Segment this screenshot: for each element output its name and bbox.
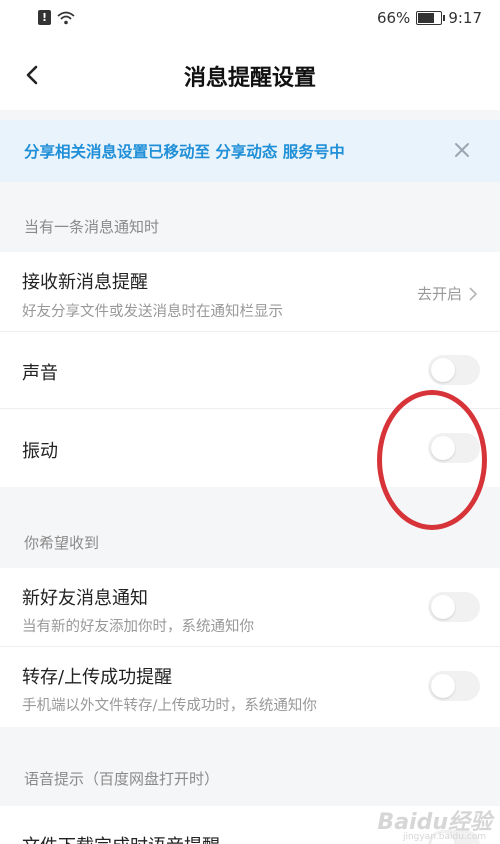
battery-icon <box>416 11 446 25</box>
go-enable-label: 去开启 <box>416 285 462 303</box>
close-button[interactable] <box>450 138 474 162</box>
nav-bar: 消息提醒设置 <box>0 40 500 110</box>
row-new-friend: 新好友消息通知 当有新的好友添加你时，系统通知你 <box>0 568 500 646</box>
go-enable-link[interactable]: 去开启 <box>417 283 478 304</box>
row-subtitle: 当有新的好友添加你时，系统通知你 <box>22 619 254 635</box>
clock: 9:17 <box>448 9 482 27</box>
watermark-url: jingyan.baidu.com <box>402 832 486 842</box>
notice-text[interactable]: 分享相关消息设置已移动至 分享动态 服务号中 <box>24 140 345 162</box>
wifi-icon <box>57 11 75 24</box>
row-title: 声音 <box>22 363 58 384</box>
chevron-right-icon <box>469 286 478 301</box>
row-title: 转存/上传成功提醒 <box>22 667 173 688</box>
row-title: 文件下载完成时语音提醒 <box>22 832 220 844</box>
row-title: 接收新消息提醒 <box>22 272 148 293</box>
row-subtitle: 手机端以外文件转存/上传成功时，系统通知你 <box>22 698 317 714</box>
annotation-circle <box>377 390 487 530</box>
close-icon <box>455 143 469 157</box>
status-bar: ! 66% 9:17 <box>0 0 500 40</box>
sound-toggle[interactable] <box>428 355 480 385</box>
row-title: 振动 <box>22 441 58 462</box>
section-header-receive: 你希望收到 <box>24 534 100 552</box>
row-new-message[interactable]: 接收新消息提醒 好友分享文件或发送消息时在通知栏显示 去开启 <box>0 252 500 332</box>
notice-banner: 分享相关消息设置已移动至 分享动态 服务号中 <box>0 120 500 182</box>
page-title: 消息提醒设置 <box>183 66 316 91</box>
status-right: 66% 9:17 <box>377 9 482 27</box>
new-friend-toggle[interactable] <box>428 592 480 622</box>
row-transfer: 转存/上传成功提醒 手机端以外文件转存/上传成功时，系统通知你 <box>0 647 500 727</box>
row-title: 新好友消息通知 <box>22 588 148 609</box>
section-header-notify: 当有一条消息通知时 <box>24 218 160 236</box>
section-header-voice: 语音提示（百度网盘打开时） <box>24 770 220 788</box>
transfer-toggle[interactable] <box>428 671 480 701</box>
battery-percent: 66% <box>376 9 411 27</box>
row-subtitle: 好友分享文件或发送消息时在通知栏显示 <box>22 304 283 320</box>
status-left: ! <box>38 10 75 25</box>
alert-icon: ! <box>38 10 51 25</box>
